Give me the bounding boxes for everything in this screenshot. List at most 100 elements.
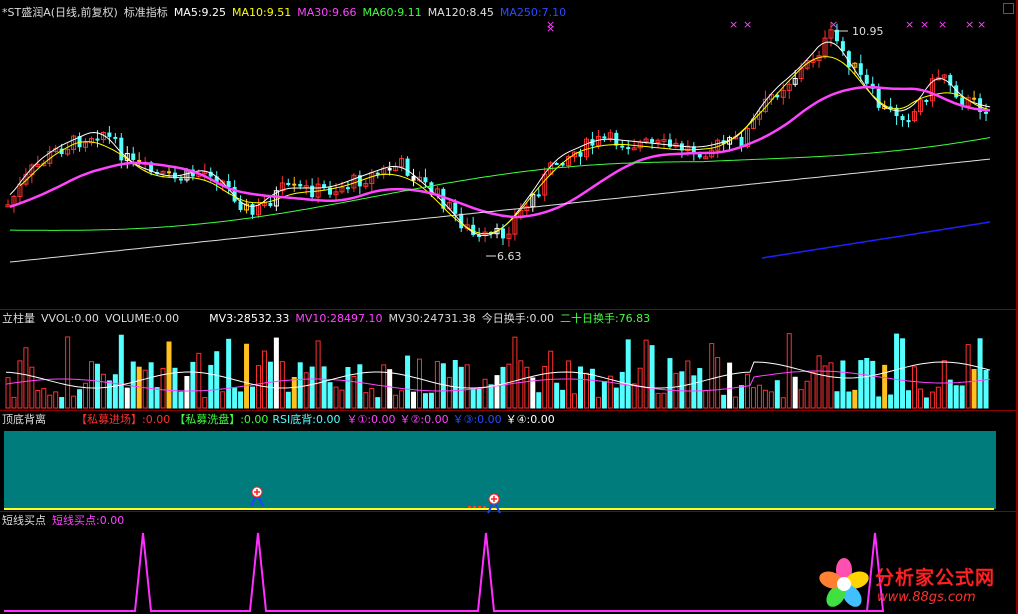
- volume-bar: [106, 380, 112, 409]
- price-chart-canvas[interactable]: × × × × × × × × ×× 10.956.63: [0, 0, 1016, 614]
- volume-bar: [506, 363, 512, 409]
- top-signal-mark: ×: [938, 18, 947, 31]
- volume-bar: [977, 338, 983, 409]
- volume-bar: [464, 364, 470, 409]
- volume-bar: [452, 360, 458, 409]
- volume-bar: [560, 389, 566, 409]
- volume-bar: [250, 386, 256, 409]
- top-signal-mark: ×: [977, 18, 986, 31]
- volume-bar: [118, 334, 124, 409]
- candle-body: [554, 162, 559, 165]
- volume-bar: [709, 343, 715, 409]
- volume-bar: [625, 339, 631, 409]
- volume-bar: [29, 366, 35, 409]
- volume-bar: [363, 392, 369, 409]
- volume-bar: [876, 396, 882, 409]
- volume-bar: [244, 343, 250, 409]
- candle-body: [578, 152, 583, 157]
- volume-bar: [202, 397, 208, 409]
- volume-bar: [41, 388, 47, 409]
- volume-bar: [47, 394, 53, 409]
- flower-logo-icon: [819, 558, 869, 607]
- volume-bar: [232, 387, 238, 409]
- candle-body: [387, 168, 392, 171]
- site-watermark: 分析家公式网 www.88gs.com: [815, 555, 1015, 613]
- candle-body: [250, 204, 255, 215]
- volume-bar: [679, 371, 685, 409]
- candle-body: [131, 153, 136, 160]
- volume-bar: [965, 344, 971, 409]
- volume-bar: [434, 360, 440, 409]
- candle-body: [375, 172, 380, 175]
- volume-bar: [399, 390, 405, 409]
- volume-bar: [148, 362, 154, 409]
- volume-bar: [261, 350, 267, 409]
- volume-bar: [649, 345, 655, 409]
- volume-bar: [208, 364, 214, 409]
- candle-body: [984, 111, 989, 114]
- volume-bar: [178, 391, 184, 409]
- candle-body: [167, 171, 172, 174]
- candle-body: [650, 139, 655, 143]
- candle-body: [286, 182, 291, 185]
- volume-bar: [446, 376, 452, 409]
- candle-body: [536, 194, 541, 197]
- candle-body: [119, 137, 124, 161]
- volume-bar: [411, 391, 417, 409]
- volume-bar: [291, 377, 297, 409]
- volume-bar: [172, 367, 178, 409]
- volume-bar: [941, 360, 947, 409]
- volume-bar: [917, 388, 923, 409]
- volume-bar: [77, 389, 83, 409]
- volume-bar: [297, 362, 303, 409]
- candle-body: [667, 139, 672, 147]
- volume-bar: [255, 365, 261, 409]
- volume-bar: [142, 369, 148, 409]
- volume-bar: [321, 366, 327, 409]
- volume-bar: [309, 366, 315, 409]
- candle-body: [620, 145, 625, 148]
- volume-bar: [387, 369, 393, 409]
- volume-bar: [798, 389, 804, 409]
- volume-bar: [345, 366, 351, 409]
- volume-bar: [59, 397, 65, 409]
- volume-bar: [804, 380, 810, 409]
- candle-body: [626, 147, 631, 150]
- volume-bar: [786, 333, 792, 409]
- volume-bar: [542, 365, 548, 409]
- high-price-label: 10.95: [852, 25, 884, 38]
- volume-bar: [315, 340, 321, 409]
- volume-bar: [554, 382, 560, 409]
- candle-body: [95, 138, 100, 141]
- candle-body: [405, 158, 410, 176]
- top-signal-mark: ×: [729, 18, 738, 31]
- volume-bar: [840, 360, 846, 409]
- volume-bar: [35, 389, 41, 409]
- volume-bar: [631, 383, 637, 409]
- volume-bar: [303, 372, 309, 409]
- volume-bar: [375, 397, 381, 409]
- volume-bar: [935, 386, 941, 409]
- volume-bar: [154, 387, 160, 409]
- volume-bar: [166, 341, 172, 409]
- volume-bar: [273, 337, 279, 409]
- volume-bar: [369, 387, 375, 409]
- volume-bar: [655, 392, 661, 409]
- volume-bar: [327, 382, 333, 409]
- volume-bar: [65, 336, 71, 409]
- volume-bar: [744, 373, 750, 409]
- volume-bar: [959, 385, 965, 409]
- volume-bar: [494, 375, 500, 409]
- volume-bar: [846, 391, 852, 409]
- volume-bar: [607, 375, 613, 409]
- top-signal-mark: ×: [905, 18, 914, 31]
- volume-bar: [637, 367, 643, 409]
- volume-bar: [888, 394, 894, 409]
- volume-bar: [428, 392, 434, 409]
- candle-body: [906, 120, 911, 123]
- candle-body: [900, 116, 905, 121]
- candle-body: [924, 99, 929, 102]
- volume-bar: [196, 352, 202, 409]
- top-signal-mark: ×: [965, 18, 974, 31]
- ma30-line: [9, 85, 991, 219]
